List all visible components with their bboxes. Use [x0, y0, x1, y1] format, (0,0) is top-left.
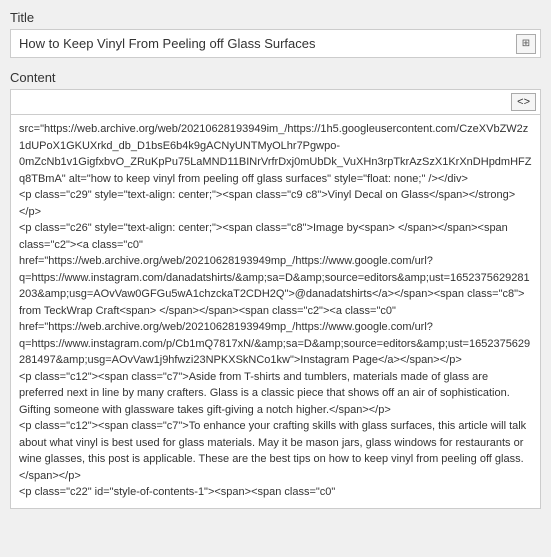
title-label: Title — [10, 10, 541, 25]
title-group: Title ⊞ — [10, 10, 541, 58]
content-label: Content — [10, 70, 541, 85]
content-group: Content <> — [10, 70, 541, 509]
title-input[interactable] — [11, 30, 540, 57]
content-area-wrapper: <> — [10, 89, 541, 509]
content-textarea[interactable] — [11, 115, 540, 505]
content-toolbar: <> — [11, 90, 540, 115]
title-expand-icon[interactable]: ⊞ — [516, 34, 536, 54]
code-toggle-button[interactable]: <> — [511, 93, 536, 111]
title-input-wrapper: ⊞ — [10, 29, 541, 58]
